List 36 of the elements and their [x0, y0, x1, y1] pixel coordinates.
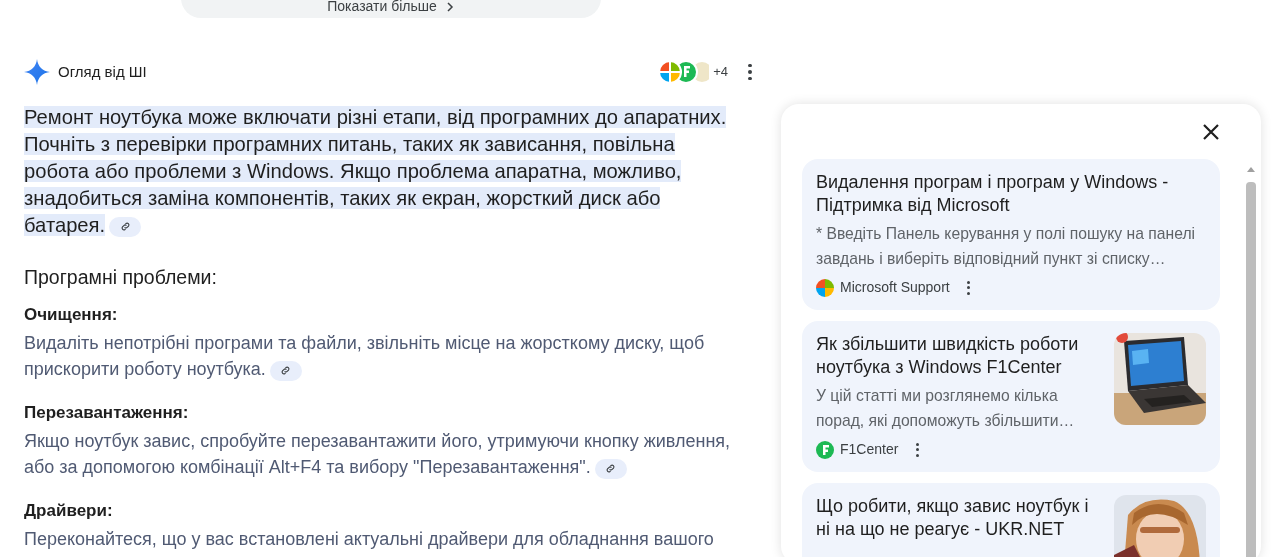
- overview-paragraph: Ремонт ноутбука може включати різні етапи, від програмних до апаратних. Почніть з перевірки програмних питань, таких як зависання, повільна робота або проблеми з Windows. Якщо проблема апаратна, можливо, знадобиться заміна компонентів, таких як екран, жорсткий диск або батарея.: [24, 105, 728, 239]
- close-icon: [1202, 123, 1220, 141]
- source-card[interactable]: Як збільшити швидкість роботи ноутбука з Windows F1Center У цій статті ми розглянемо кілька порад, які допоможуть збільшити… F1Center: [802, 321, 1220, 472]
- link-icon: [280, 365, 292, 376]
- chevron-icon: [444, 2, 455, 12]
- item-title: Перезавантаження:: [24, 402, 190, 425]
- card-title: Що робити, якщо завис ноутбук і ні на що не реагує - UKR.NET: [816, 495, 1090, 541]
- source-logos-icon: [657, 59, 710, 85]
- item-text: Переконайтеся, що у вас встановлені актуальні драйвери для обладнання вашого: [24, 528, 715, 552]
- item-title: Очищення:: [24, 304, 119, 327]
- show-more-button[interactable]: Показати більше: [181, 0, 601, 18]
- source-link-button[interactable]: [109, 216, 142, 237]
- card-snippet: * Введіть Панель керування у полі пошуку на панелі завдань і виберіть відповідний пункт зі списку…: [816, 224, 1197, 269]
- card-title: Як збільшити швидкість роботи ноутбука з Windows F1Center: [816, 333, 1080, 379]
- more-options-button[interactable]: [914, 441, 921, 458]
- logo-icon: [816, 278, 834, 297]
- source-card[interactable]: Що робити, якщо завис ноутбук і ні на що не реагує - UKR.NET: [802, 483, 1220, 557]
- item-title: Драйвери:: [24, 500, 114, 523]
- logo-icon: [816, 440, 834, 459]
- overview-title: Огляд від ШІ: [58, 61, 147, 82]
- source-name: Microsoft Support: [840, 278, 950, 297]
- source-link-button[interactable]: [594, 458, 627, 479]
- section-heading: Програмні проблеми:: [24, 265, 218, 290]
- item-text: Видаліть непотрібні програми та файли, звільніть місце на жорсткому диску, щоб прискорити роботу ноутбука.: [24, 332, 706, 383]
- card-snippet: У цій статті ми розглянемо кілька порад, які допоможуть збільшити…: [816, 386, 1076, 431]
- source-link-button[interactable]: [269, 360, 302, 381]
- link-icon: [119, 221, 131, 233]
- sparkle-icon: [24, 59, 50, 85]
- card-title: Видалення програм і програм у Windows - Підтримка від Microsoft: [816, 171, 1170, 217]
- more-options-button[interactable]: [746, 63, 754, 81]
- link-icon: [605, 463, 617, 474]
- more-options-button[interactable]: [965, 279, 972, 296]
- source-card[interactable]: Видалення програм і програм у Windows - Підтримка від Microsoft * Введіть Панель керування у полі пошуку на панелі завдань і виберіть відповідний пункт зі списку… Microsoft Support: [802, 159, 1220, 310]
- item-text: Якщо ноутбук завис, спробуйте перезавантажити його, утримуючи кнопку живлення, або за допомогою комбінації Alt+F4 та вибору "Перезавантаження".: [24, 430, 732, 481]
- source-avatars[interactable]: +4: [657, 59, 728, 85]
- source-name: F1Center: [840, 440, 899, 459]
